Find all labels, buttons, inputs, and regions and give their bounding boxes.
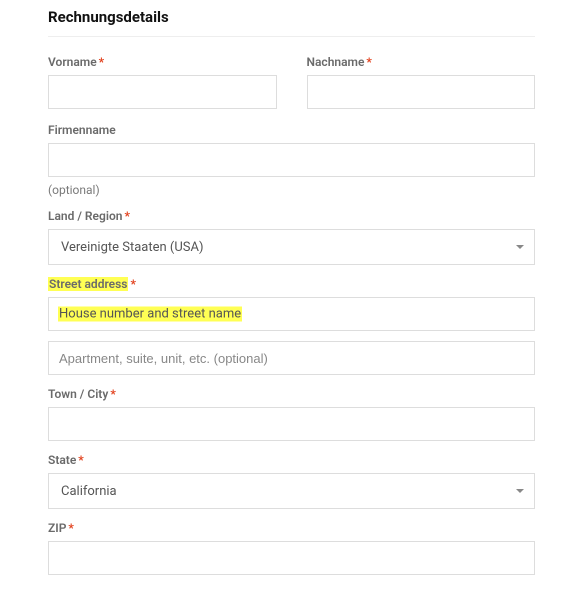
- zip-input[interactable]: [48, 541, 535, 575]
- state-label: State*: [48, 453, 535, 467]
- company-label: Firmenname: [48, 123, 535, 137]
- divider: [48, 36, 535, 37]
- lastname-input[interactable]: [307, 75, 536, 109]
- country-label-text: Land / Region: [48, 209, 122, 223]
- street-label-text: Street address: [48, 277, 128, 291]
- required-mark: *: [130, 277, 135, 291]
- country-select-value: Vereinigte Staaten (USA): [61, 240, 204, 255]
- firstname-label-text: Vorname: [48, 55, 97, 69]
- firstname-label: Vorname*: [48, 55, 277, 69]
- section-heading: Rechnungsdetails: [48, 8, 535, 26]
- required-mark: *: [99, 55, 104, 69]
- chevron-down-icon: [516, 489, 524, 493]
- required-mark: *: [366, 55, 371, 69]
- company-input[interactable]: [48, 143, 535, 177]
- city-label: Town / City*: [48, 387, 535, 401]
- company-label-text: Firmenname: [48, 123, 116, 137]
- state-select[interactable]: California: [48, 473, 535, 509]
- required-mark: *: [110, 387, 115, 401]
- company-optional-text: (optional): [48, 183, 535, 197]
- street2-input[interactable]: [48, 341, 535, 375]
- lastname-label-text: Nachname: [307, 55, 365, 69]
- firstname-input[interactable]: [48, 75, 277, 109]
- required-mark: *: [124, 209, 129, 223]
- street1-input[interactable]: [48, 297, 535, 331]
- chevron-down-icon: [516, 245, 524, 249]
- city-input[interactable]: [48, 407, 535, 441]
- zip-label-text: ZIP: [48, 521, 66, 535]
- country-label: Land / Region*: [48, 209, 535, 223]
- lastname-label: Nachname*: [307, 55, 536, 69]
- state-select-value: California: [61, 484, 117, 499]
- required-mark: *: [68, 521, 73, 535]
- zip-label: ZIP*: [48, 521, 535, 535]
- street-label: Street address*: [48, 277, 535, 291]
- country-select[interactable]: Vereinigte Staaten (USA): [48, 229, 535, 265]
- state-label-text: State: [48, 453, 76, 467]
- required-mark: *: [78, 453, 83, 467]
- city-label-text: Town / City: [48, 387, 108, 401]
